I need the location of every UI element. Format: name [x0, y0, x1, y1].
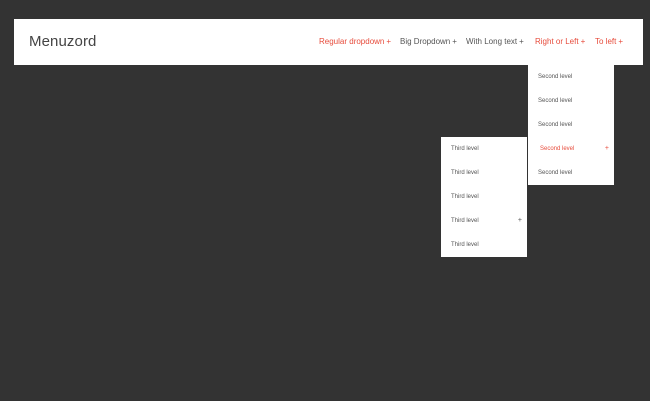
dropdown-item-second-level[interactable]: Second level	[528, 113, 614, 137]
plus-icon: +	[618, 37, 624, 46]
menu-item-label: Right or Left	[535, 37, 579, 46]
plus-icon: +	[604, 145, 609, 152]
dropdown-item-third-level[interactable]: Third level	[441, 137, 527, 161]
menu-item-label: To left	[595, 37, 617, 46]
menu-item-big-dropdown[interactable]: Big Dropdown +	[400, 19, 457, 65]
dropdown-item-label: Second level	[540, 146, 575, 152]
dropdown-item-label: Third level	[451, 146, 479, 152]
dropdown-item-third-level[interactable]: Third level	[441, 185, 527, 209]
plus-icon: +	[519, 37, 524, 46]
plus-icon: +	[386, 37, 392, 46]
menu-item-regular-dropdown[interactable]: Regular dropdown +	[319, 19, 391, 65]
dropdown-item-second-level[interactable]: Second level	[528, 161, 614, 185]
menu-item-label: Regular dropdown	[319, 37, 385, 46]
dropdown-item-label: Second level	[538, 74, 573, 80]
dropdown-item-second-level[interactable]: Second level	[528, 65, 614, 89]
navbar: Menuzord Regular dropdown + Big Dropdown +…	[14, 19, 643, 65]
dropdown-item-label: Second level	[538, 170, 573, 176]
logo[interactable]: Menuzord	[29, 19, 97, 65]
dropdown-third-level: Third level Third level Third level Thir…	[441, 137, 527, 257]
dropdown-item-second-level[interactable]: Second level	[528, 89, 614, 113]
menu-item-label: Big Dropdown	[400, 37, 451, 46]
dropdown-item-label: Third level	[451, 218, 479, 224]
dropdown-item-third-level[interactable]: Third level +	[441, 209, 527, 233]
dropdown-second-level: Second level Second level Second level S…	[528, 65, 614, 185]
dropdown-item-third-level[interactable]: Third level	[441, 161, 527, 185]
dropdown-item-label: Third level	[451, 170, 479, 176]
dropdown-item-third-level[interactable]: Third level	[441, 233, 527, 257]
plus-icon: +	[580, 37, 586, 46]
menu-item-right-or-left[interactable]: Right or Left +	[535, 19, 585, 65]
dropdown-item-second-level-active[interactable]: Second level +	[528, 137, 614, 161]
plus-icon: +	[452, 37, 457, 46]
menu-item-to-left[interactable]: To left +	[595, 19, 623, 65]
menu-item-with-long-text[interactable]: With Long text +	[466, 19, 524, 65]
dropdown-item-label: Second level	[538, 122, 573, 128]
menu-item-label: With Long text	[466, 37, 518, 46]
dropdown-item-label: Third level	[451, 194, 479, 200]
dropdown-item-label: Second level	[538, 98, 573, 104]
plus-icon: +	[517, 217, 522, 224]
dropdown-item-label: Third level	[451, 242, 479, 248]
